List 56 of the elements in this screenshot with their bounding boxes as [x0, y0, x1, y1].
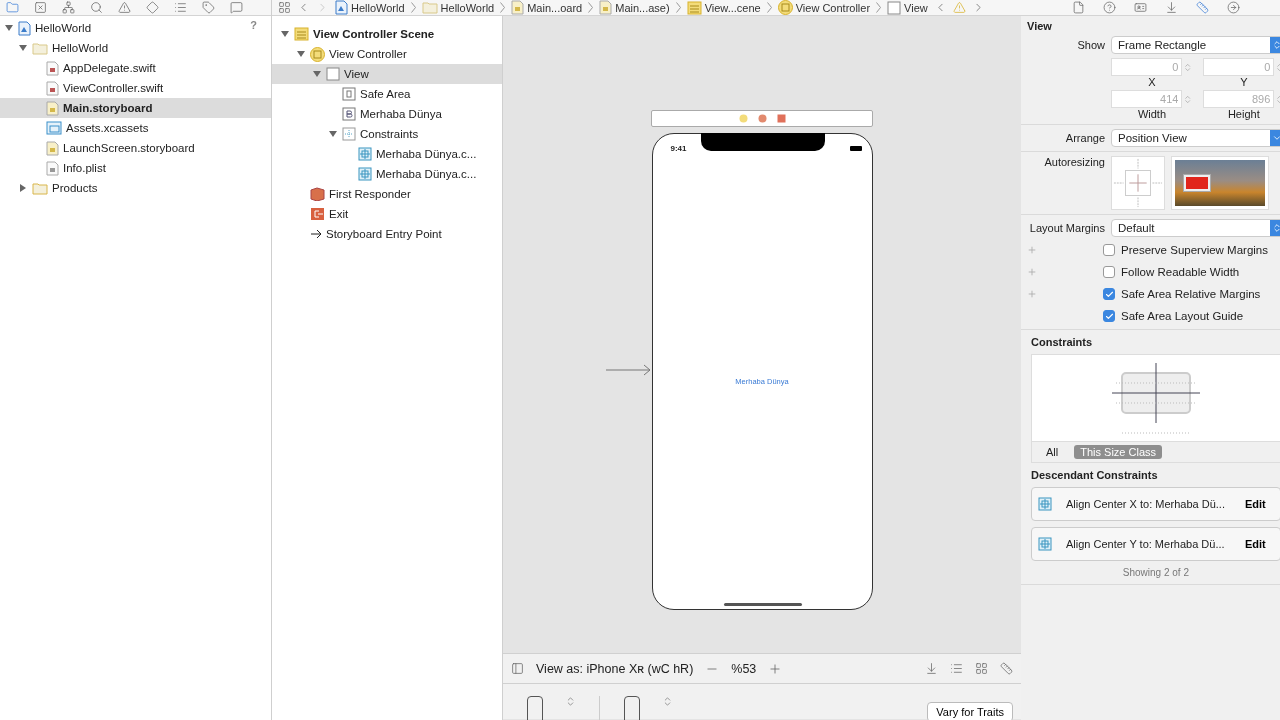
section-title: View — [1027, 20, 1053, 32]
tree-item[interactable]: HelloWorld — [0, 18, 241, 38]
tree-item[interactable]: Constraints — [272, 124, 502, 144]
vary-for-traits-button[interactable]: Vary for Traits — [927, 702, 1013, 720]
checkbox-label: Follow Readable Width — [1121, 266, 1240, 278]
question-mark: ? — [250, 19, 257, 31]
field-label: Arrange — [1064, 132, 1105, 144]
tree-item[interactable]: Exit — [272, 204, 502, 224]
tree-item[interactable]: Storyboard Entry Point — [272, 224, 502, 244]
field-label: Width — [1137, 108, 1166, 120]
breadcrumb-item[interactable]: HelloWorld — [421, 1, 495, 14]
tree-item[interactable]: Merhaba Dünya — [272, 104, 502, 124]
show-select[interactable]: Frame Rectangle — [1111, 36, 1280, 54]
tree-item[interactable]: Products — [0, 178, 271, 198]
tree-item[interactable]: Merhaba Dünya.c... — [272, 164, 502, 184]
breadcrumb-item[interactable]: Main...ase) — [599, 0, 670, 15]
tree-item[interactable]: View — [272, 64, 502, 84]
tree-item[interactable]: AppDelegate.swift — [0, 58, 271, 78]
checkbox-label: Safe Area Relative Margins — [1121, 288, 1261, 300]
size-class-tab[interactable]: All — [1040, 445, 1065, 459]
arrange-select[interactable]: Position View — [1111, 129, 1280, 147]
constraint-count: Showing 2 of 2 — [1122, 567, 1189, 578]
breadcrumb-item[interactable]: Main...oard — [511, 0, 583, 15]
constraint-item[interactable]: Align Center X to: Merhaba Dü... Edit — [1031, 487, 1280, 521]
section-title: Descendant Constraints — [1031, 469, 1159, 481]
tree-item[interactable]: Info.plist — [0, 158, 271, 178]
edit-button[interactable]: Edit — [1238, 497, 1272, 511]
zoom-level: %53 — [731, 661, 757, 676]
checkbox-label: Safe Area Layout Guide — [1121, 310, 1244, 322]
breadcrumb-item[interactable]: View Controller — [777, 0, 871, 15]
breadcrumb-item[interactable]: View — [887, 0, 928, 15]
field-label: Layout Margins — [1028, 222, 1105, 234]
breadcrumb-item[interactable]: HelloWorld — [335, 0, 405, 15]
checkbox-label: Preserve Superview Margins — [1121, 244, 1268, 256]
layout-margins-select[interactable]: Default — [1111, 219, 1280, 237]
tree-item[interactable]: View Controller — [272, 44, 502, 64]
edit-button[interactable]: Edit — [1238, 537, 1272, 551]
tree-item[interactable]: LaunchScreen.storyboard — [0, 138, 271, 158]
view-as-device[interactable]: View as: iPhone Xʀ (wC hR) — [536, 661, 694, 676]
constraint-item[interactable]: Align Center Y to: Merhaba Dü... Edit — [1031, 527, 1280, 561]
tree-item[interactable]: Main.storyboard — [0, 98, 271, 118]
tree-item[interactable]: First Responder — [272, 184, 502, 204]
tree-item[interactable]: HelloWorld — [0, 38, 271, 58]
breadcrumb-item[interactable]: View...cene — [686, 0, 761, 15]
field-label: X — [1148, 76, 1156, 88]
tree-item[interactable]: Assets.xcassets — [0, 118, 271, 138]
field-label: Y — [1240, 76, 1248, 88]
tree-item[interactable]: Safe Area — [272, 84, 502, 104]
section-title: Constraints — [1031, 336, 1094, 348]
status-time: 9:41 — [670, 144, 687, 153]
field-label: Autoresizing — [1043, 156, 1105, 168]
tree-item[interactable]: Merhaba Dünya.c... — [272, 144, 502, 164]
field-label: Show — [1076, 39, 1105, 51]
tree-item[interactable]: View Controller Scene — [272, 24, 502, 44]
tree-item[interactable]: ViewController.swift — [0, 78, 271, 98]
field-label: Height — [1227, 108, 1260, 120]
